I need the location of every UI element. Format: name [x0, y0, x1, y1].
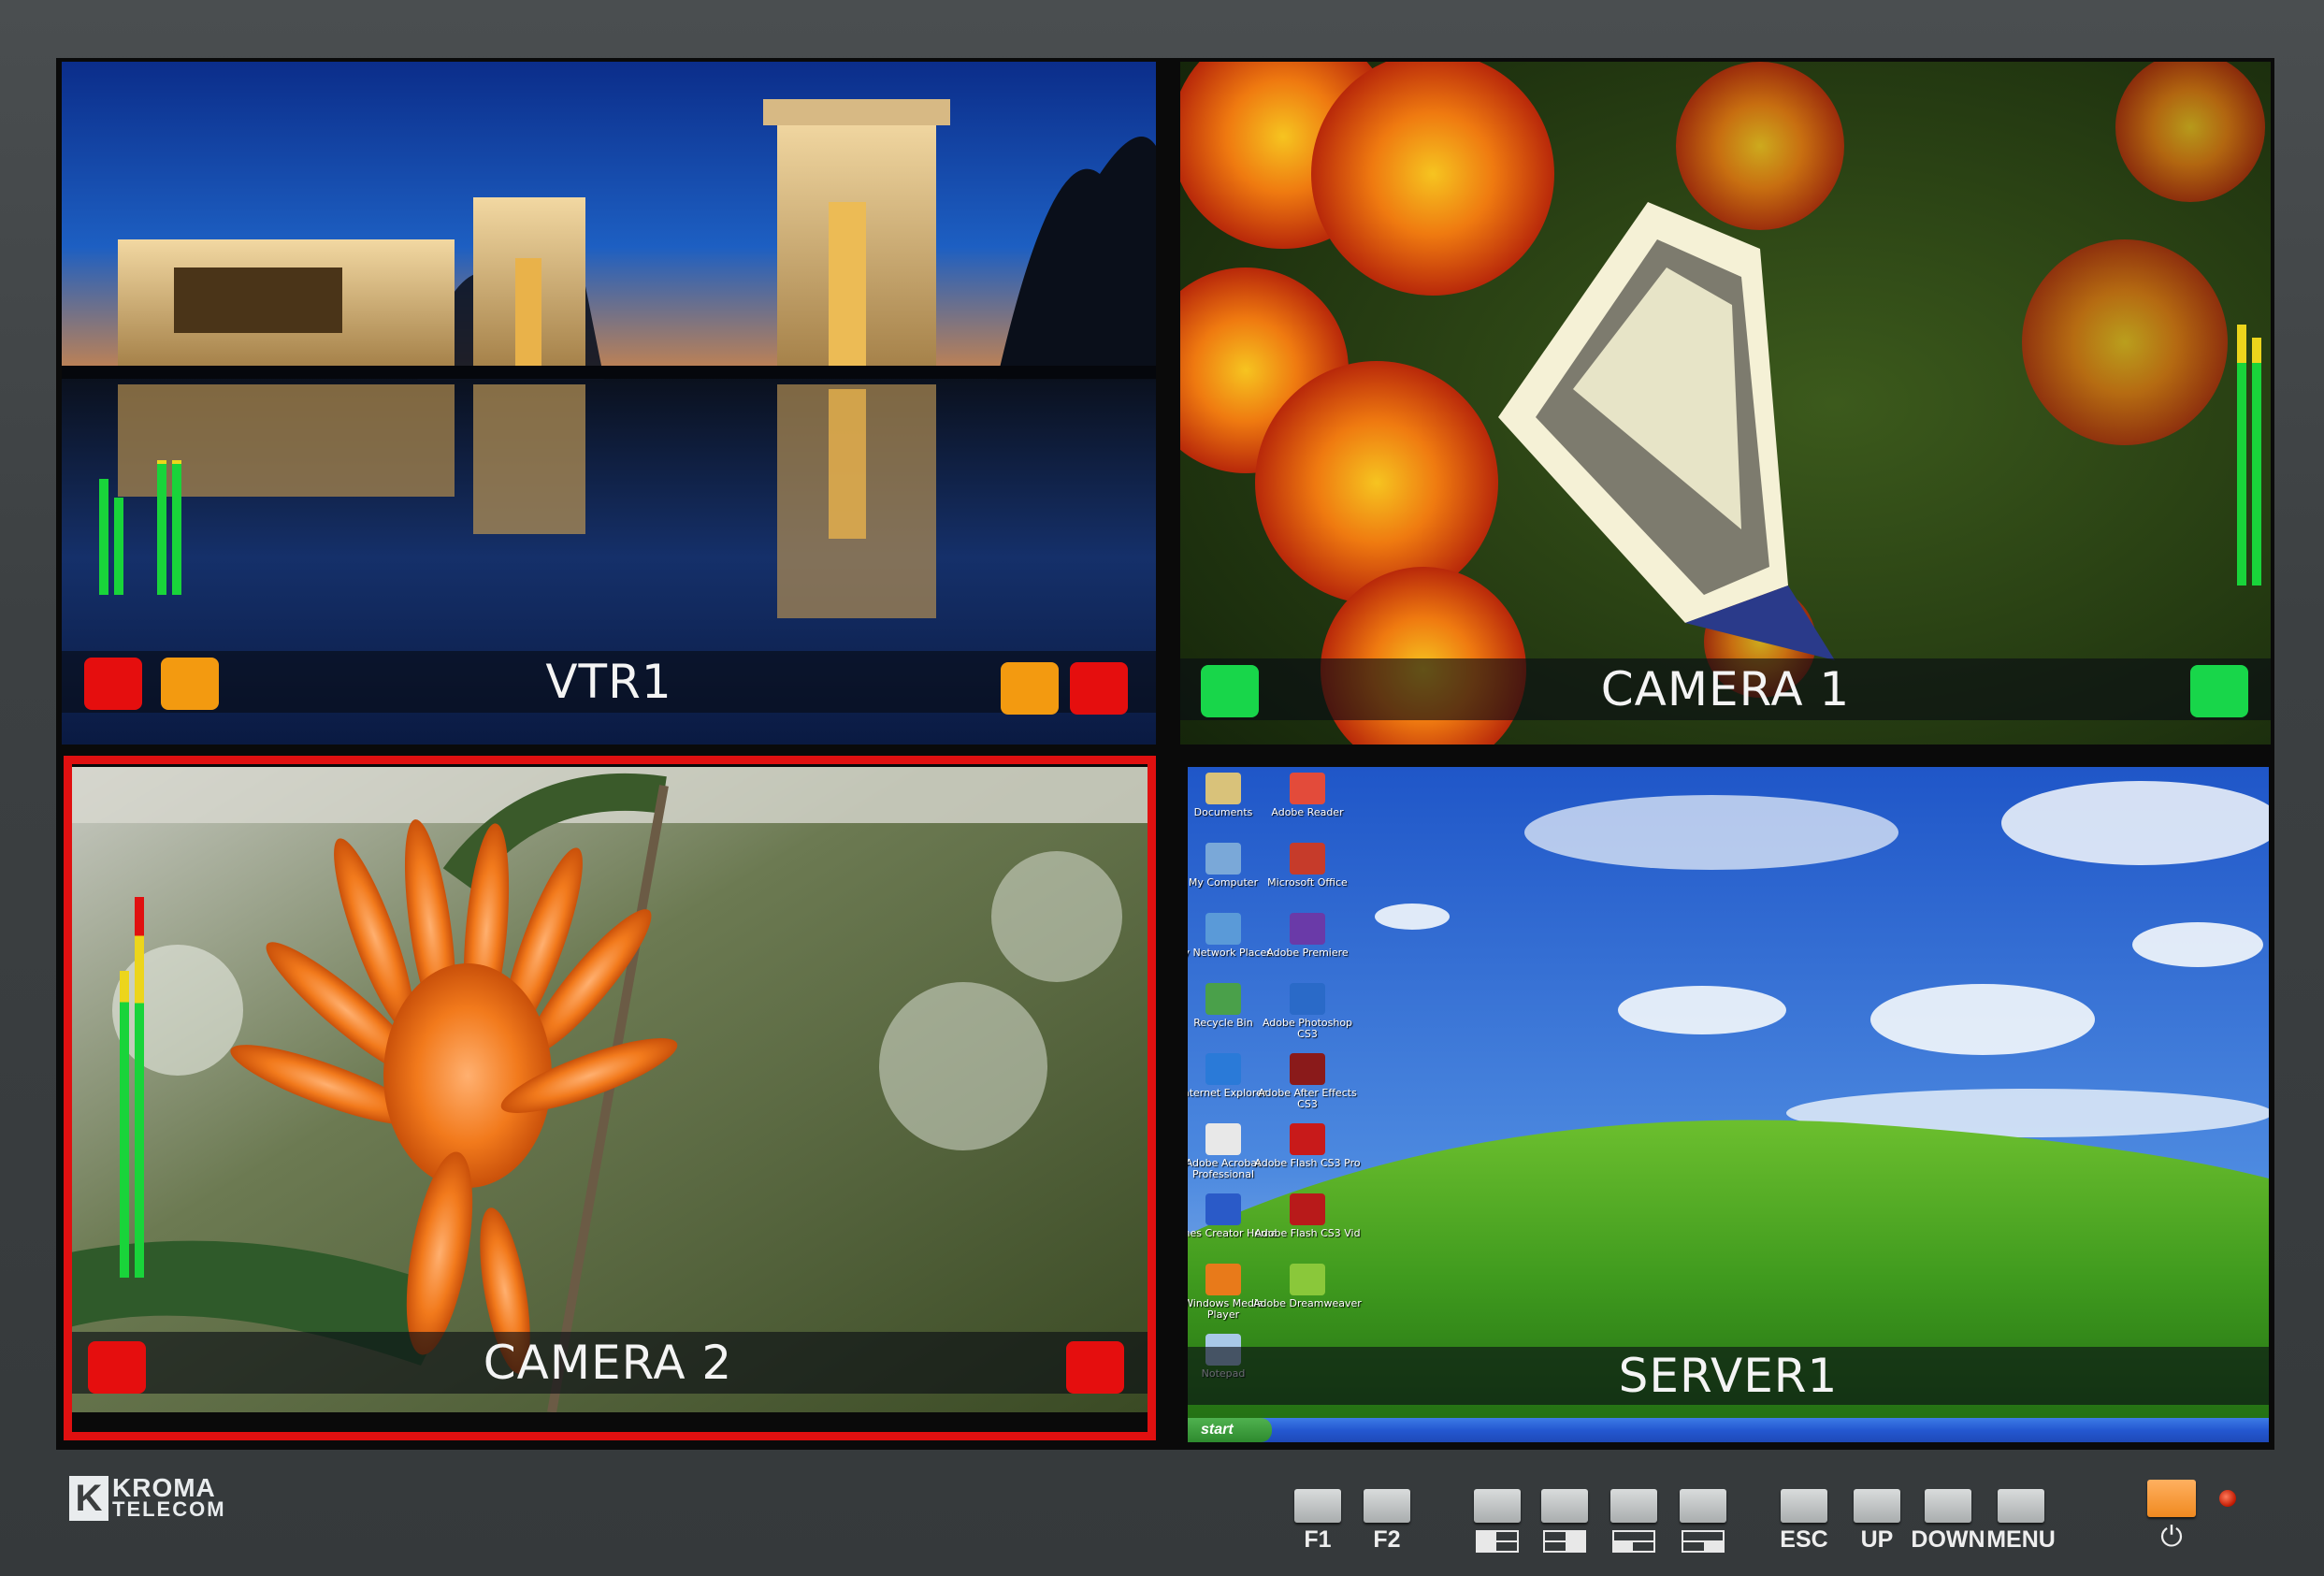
- application-icon: [1205, 913, 1241, 945]
- desktop-icon[interactable]: Adobe Flash CS3 Pro: [1251, 1123, 1364, 1169]
- camera1-audio-meter-2: [2252, 267, 2261, 586]
- pane-camera1[interactable]: CAMERA 1: [1180, 62, 2271, 745]
- vtr1-audio-meter-2: [114, 408, 123, 595]
- camera1-label: CAMERA 1: [1600, 662, 1851, 716]
- split-right-icon: [1543, 1530, 1586, 1553]
- desktop-icon-label: Adobe Photoshop CS3: [1262, 1017, 1353, 1040]
- pane-camera2[interactable]: CAMERA 2: [65, 767, 1150, 1412]
- vtr1-tally-left-2: [161, 658, 219, 710]
- application-icon: [1205, 1123, 1241, 1155]
- desktop-icon-label: Adobe Premiere: [1266, 947, 1349, 959]
- split-left-icon: [1476, 1530, 1519, 1553]
- camera2-audio-meter-2: [135, 885, 144, 1278]
- button-f1[interactable]: [1294, 1489, 1341, 1523]
- camera1-tally-left: [1201, 665, 1259, 717]
- button-menu[interactable]: [1998, 1489, 2044, 1523]
- desktop-icon-label: Adobe Reader: [1271, 806, 1344, 818]
- camera1-label-bar: CAMERA 1: [1180, 658, 2271, 720]
- camera1-audio-meter-1: [2237, 267, 2246, 586]
- power-led-indicator: [2219, 1490, 2236, 1507]
- button-up[interactable]: [1854, 1489, 1900, 1523]
- button-label: F2: [1373, 1526, 1401, 1553]
- vtr1-audio-meter-1: [99, 408, 108, 595]
- application-icon: [1290, 1264, 1325, 1295]
- desktop-icon[interactable]: Adobe Dreamweaver: [1251, 1264, 1364, 1309]
- button-down[interactable]: [1925, 1489, 1971, 1523]
- desktop-icon[interactable]: Adobe Reader: [1251, 773, 1364, 818]
- camera2-tally-right: [1066, 1341, 1124, 1394]
- split-bottom-right-icon: [1682, 1530, 1725, 1553]
- layout-button-3[interactable]: [1610, 1489, 1657, 1523]
- button-label: MENU: [1986, 1526, 2056, 1553]
- vtr1-label-bar: VTR1: [62, 651, 1156, 713]
- pane-vtr1[interactable]: VTR1: [62, 62, 1156, 745]
- taskbar: start: [1188, 1418, 2269, 1442]
- button-f2[interactable]: [1364, 1489, 1410, 1523]
- application-icon: [1290, 1193, 1325, 1225]
- application-icon: [1205, 983, 1241, 1015]
- layout-button-2[interactable]: [1541, 1489, 1588, 1523]
- camera2-audio-meter-1: [120, 885, 129, 1278]
- button-esc[interactable]: [1781, 1489, 1827, 1523]
- camera2-tally-left: [88, 1341, 146, 1394]
- application-icon: [1290, 1053, 1325, 1085]
- vtr1-audio-meter-4: [172, 408, 181, 595]
- pane-server1[interactable]: Documents Adobe Reader My Computer Microsof…: [1188, 767, 2269, 1442]
- desktop-icon[interactable]: Adobe Premiere: [1251, 913, 1364, 959]
- camera1-tally-right: [2190, 665, 2248, 717]
- kroma-telecom-logo: K KROMA TELECOM: [69, 1475, 234, 1521]
- server1-label: SERVER1: [1618, 1349, 1839, 1403]
- camera1-image: [1180, 62, 2271, 745]
- application-icon: [1290, 983, 1325, 1015]
- vtr1-audio-meter-3: [157, 408, 166, 595]
- desktop-icon-label: Adobe Dreamweaver: [1253, 1297, 1362, 1309]
- vtr1-tally-right-2: [1070, 662, 1128, 715]
- vtr1-tally-right-1: [1001, 662, 1059, 715]
- application-icon: [1290, 1123, 1325, 1155]
- start-button[interactable]: start: [1188, 1418, 1272, 1442]
- desktop-icon[interactable]: Adobe Flash CS3 Vid: [1251, 1193, 1364, 1239]
- camera2-image: [65, 767, 1150, 1412]
- application-icon: [1290, 773, 1325, 804]
- logo-line2: TELECOM: [112, 1497, 226, 1521]
- vtr1-tally-left-1: [84, 658, 142, 710]
- split-bottom-left-icon: [1612, 1530, 1655, 1553]
- server1-label-bar: SERVER1: [1188, 1347, 2269, 1405]
- desktop-icon-label: Microsoft Office: [1267, 876, 1348, 889]
- multiviewer-screen: VTR1 CAMERA 1 CAMERA 2 Documents Adobe R…: [56, 58, 2274, 1450]
- vtr1-image: [62, 62, 1156, 745]
- desktop-icon-label: Adobe Flash CS3 Pro: [1254, 1157, 1361, 1169]
- power-icon: ⏻: [2160, 1521, 2183, 1554]
- application-icon: [1205, 1264, 1241, 1295]
- layout-button-1[interactable]: [1474, 1489, 1521, 1523]
- application-icon: [1205, 773, 1241, 804]
- application-icon: [1205, 1053, 1241, 1085]
- desktop-icon-label: Adobe After Effects CS3: [1258, 1087, 1357, 1110]
- application-icon: [1290, 913, 1325, 945]
- vtr1-label: VTR1: [545, 655, 672, 709]
- desktop-icon[interactable]: Microsoft Office: [1251, 843, 1364, 889]
- layout-button-4[interactable]: [1680, 1489, 1726, 1523]
- desktop-icon[interactable]: Adobe After Effects CS3: [1251, 1053, 1364, 1110]
- camera2-label-bar: CAMERA 2: [65, 1332, 1150, 1394]
- application-icon: [1205, 1193, 1241, 1225]
- application-icon: [1290, 843, 1325, 875]
- desktop-icon[interactable]: Adobe Photoshop CS3: [1251, 983, 1364, 1040]
- application-icon: [1205, 843, 1241, 875]
- desktop-icon-label: Adobe Flash CS3 Vid: [1254, 1227, 1361, 1239]
- logo-k-mark: K: [69, 1476, 108, 1521]
- camera2-label: CAMERA 2: [483, 1336, 733, 1390]
- power-button[interactable]: [2147, 1480, 2196, 1517]
